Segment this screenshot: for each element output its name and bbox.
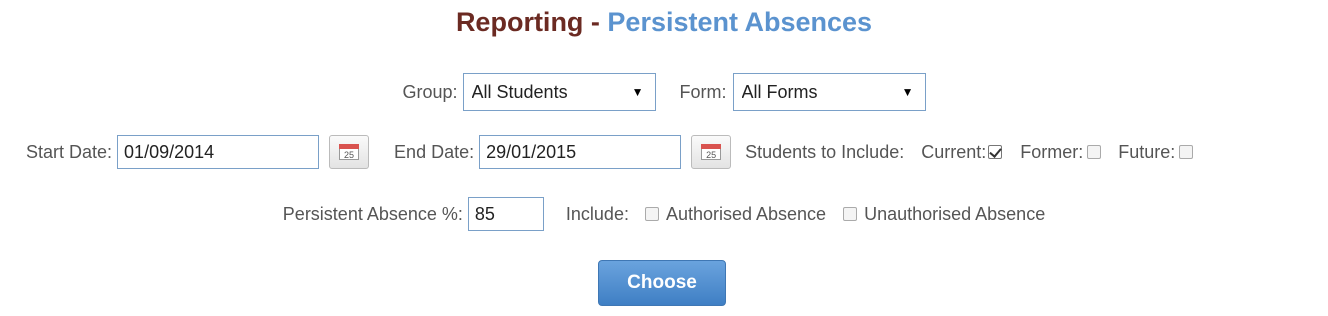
form-label: Form:: [679, 81, 727, 102]
start-date-calendar-button[interactable]: 25: [329, 135, 370, 169]
authorised-absence-checkbox[interactable]: [644, 207, 659, 221]
former-label: Former:: [1020, 141, 1084, 162]
group-label: Group:: [402, 81, 458, 102]
absence-row: Persistent Absence %: Include: Authorise…: [0, 195, 1328, 233]
authorised-absence-label: Authorised Absence: [665, 203, 827, 224]
start-date-label: Start Date:: [26, 141, 113, 162]
form-select-wrapper[interactable]: All Forms ▼: [732, 73, 926, 111]
former-checkbox[interactable]: [1087, 145, 1102, 159]
choose-button[interactable]: Choose: [598, 260, 726, 306]
form-select[interactable]: All Forms: [732, 73, 926, 111]
end-date-input[interactable]: [479, 135, 682, 169]
filters-row: Group: All Students ▼ Form: All Forms ▼: [0, 72, 1328, 112]
current-label: Current:: [921, 141, 987, 162]
persistent-absence-label: Persistent Absence %:: [282, 203, 463, 224]
unauthorised-absence-checkbox[interactable]: [843, 207, 858, 221]
calendar-icon: 25: [339, 144, 360, 160]
dates-row: Start Date: 25 End Date: 25 Students to …: [0, 132, 1328, 172]
group-select-wrapper[interactable]: All Students ▼: [462, 73, 656, 111]
end-date-label: End Date:: [394, 141, 475, 162]
end-date-calendar-button[interactable]: 25: [691, 135, 732, 169]
future-checkbox[interactable]: [1179, 145, 1194, 159]
students-include-label: Students to Include:: [745, 141, 905, 162]
future-label: Future:: [1118, 141, 1176, 162]
current-checkbox[interactable]: [988, 145, 1003, 159]
page-title-main: Reporting -: [455, 7, 608, 37]
page-title-sub: Persistent Absences: [607, 7, 873, 37]
include-label: Include:: [565, 203, 629, 224]
calendar-icon: 25: [701, 144, 722, 160]
group-select[interactable]: All Students: [462, 73, 656, 111]
persistent-absence-input[interactable]: [467, 197, 544, 231]
page-title: Reporting - Persistent Absences: [0, 7, 1328, 38]
unauthorised-absence-label: Unauthorised Absence: [864, 203, 1046, 224]
start-date-input[interactable]: [117, 135, 320, 169]
